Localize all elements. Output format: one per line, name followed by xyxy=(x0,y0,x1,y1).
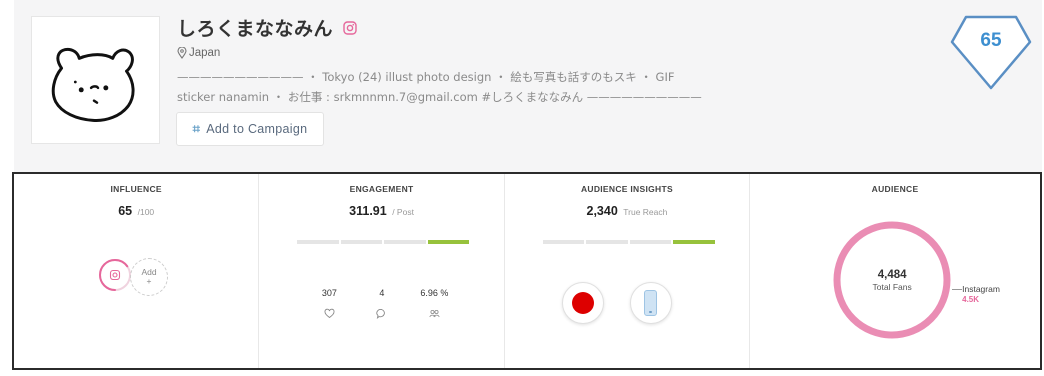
engagement-score: 311.91 / Post xyxy=(259,204,503,218)
score-badge: 65 xyxy=(950,14,1032,90)
engagement-value: 311.91 xyxy=(349,204,387,218)
instagram-icon xyxy=(109,269,121,281)
profile-header: しろくまななみん Japan ——————————— ・ Tokyo (24) … xyxy=(14,0,1042,172)
likes-count: 307 xyxy=(321,288,337,298)
diamond-icon xyxy=(950,15,1032,90)
instagram-influence-ring[interactable] xyxy=(98,258,132,292)
audience-insights-level-bar xyxy=(542,240,715,244)
heart-icon xyxy=(324,308,335,319)
audience-panel: AUDIENCE 4,484 Total Fans Instagram 4.5K xyxy=(750,174,1040,368)
bar-segment xyxy=(586,240,628,244)
bar-segment xyxy=(542,240,585,244)
bio-line: ——————————— ・ Tokyo (24) illust photo de… xyxy=(177,70,675,84)
profile-name: しろくまななみん xyxy=(177,18,334,40)
score-value: 65 xyxy=(980,30,1002,51)
stats-panel: INFLUENCE 65 /100 Add + ENGAGEMENT 311.9… xyxy=(12,172,1042,370)
instagram-icon[interactable] xyxy=(343,20,357,35)
add-to-campaign-label: Add to Campaign xyxy=(206,122,308,136)
influence-value: 65 xyxy=(118,204,133,218)
legend-network-value: 4.5K xyxy=(962,295,980,304)
influence-score: 65 /100 xyxy=(14,204,258,218)
engagement-unit: / Post xyxy=(392,207,414,217)
hashtag-icon: ⌗ xyxy=(192,121,201,136)
bar-segment xyxy=(384,240,426,244)
influence-panel: INFLUENCE 65 /100 Add + xyxy=(14,174,260,368)
true-reach-label: True Reach xyxy=(623,207,668,217)
influence-max: /100 xyxy=(137,207,155,217)
add-to-campaign-button[interactable]: ⌗ Add to Campaign xyxy=(176,112,324,146)
comments-metric: 4 xyxy=(357,288,407,319)
profile-bio: ——————————— ・ Tokyo (24) illust photo de… xyxy=(177,67,747,107)
top-device-button[interactable] xyxy=(629,282,672,324)
legend-network-name: Instagram xyxy=(962,284,1000,294)
engagement-rate-metric: 6.96 % xyxy=(409,288,459,318)
comments-count: 4 xyxy=(379,288,385,298)
true-reach-value: 2,340 xyxy=(586,204,618,218)
bear-avatar-image xyxy=(51,48,135,122)
audience-insights-panel: AUDIENCE INSIGHTS 2,340 True Reach xyxy=(505,174,751,368)
comment-icon xyxy=(376,309,386,319)
engagement-rate: 6.96 % xyxy=(420,288,449,298)
engagement-panel: ENGAGEMENT 311.91 / Post 307 4 6.96 % xyxy=(259,174,505,368)
engagement-metrics: 307 4 6.96 % xyxy=(304,288,459,319)
mobile-phone-icon xyxy=(644,290,658,316)
legend-connector xyxy=(952,289,963,290)
bio-line: sticker nanamin ・ お仕事 : srkmnnmn.7@gmail… xyxy=(177,90,702,104)
plus-icon: + xyxy=(146,276,152,286)
audience-icon xyxy=(429,310,440,318)
map-pin-icon xyxy=(177,47,187,59)
bar-segment xyxy=(629,240,672,244)
add-network-button[interactable]: Add + xyxy=(130,258,168,296)
true-reach-score: 2,340 True Reach xyxy=(505,204,749,218)
location: Japan xyxy=(177,47,220,59)
bar-segment xyxy=(427,240,470,244)
location-text: Japan xyxy=(189,47,221,59)
audience-insights-title: AUDIENCE INSIGHTS xyxy=(580,184,673,194)
total-fans-value: 4,484 xyxy=(877,269,907,281)
engagement-title: ENGAGEMENT xyxy=(349,184,414,194)
bar-segment xyxy=(340,240,383,244)
audience-title: AUDIENCE xyxy=(871,184,919,194)
bar-segment xyxy=(297,240,339,244)
engagement-level-bar xyxy=(297,240,470,244)
influence-title: INFLUENCE xyxy=(110,184,162,194)
japan-flag-icon xyxy=(571,292,594,314)
avatar[interactable] xyxy=(31,16,160,144)
total-fans-label: Total Fans xyxy=(872,282,912,292)
likes-metric: 307 xyxy=(304,288,354,319)
top-country-button[interactable] xyxy=(561,282,604,324)
bar-segment xyxy=(673,240,715,244)
